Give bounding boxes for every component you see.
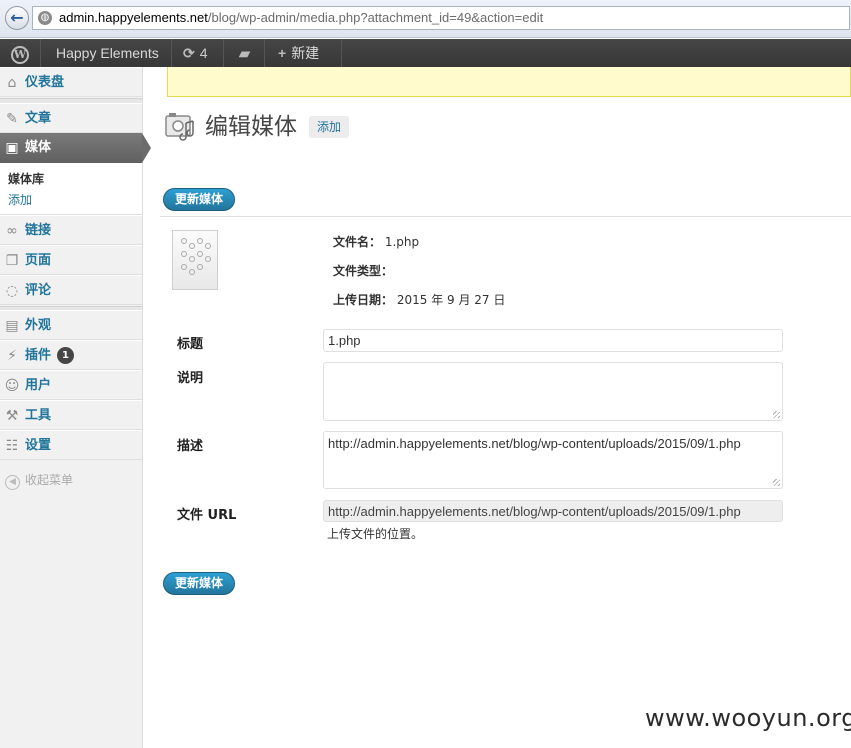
description-label: 描述 (177, 439, 204, 454)
media-page-icon (165, 113, 194, 141)
menu-label: 插件 (25, 348, 52, 363)
refresh-icon: ⟳ (183, 45, 195, 61)
media-icon: ▣ (5, 140, 19, 156)
submenu-library[interactable]: 媒体库 (8, 171, 44, 187)
upload-date-value: 2015 年 9 月 27 日 (396, 293, 506, 307)
settings-icon: ☷ (5, 438, 19, 454)
tools-icon: ⚒ (5, 408, 19, 424)
menu-posts[interactable]: ✎ 文章 (0, 103, 142, 133)
globe-icon: ◍ (38, 11, 52, 25)
back-button[interactable]: ← (5, 6, 29, 30)
wp-logo-menu[interactable]: W (0, 39, 41, 67)
upload-date-row: 上传日期： 2015 年 9 月 27 日 (333, 292, 505, 308)
menu-dashboard[interactable]: ⌂ 仪表盘 (0, 67, 142, 97)
menu-tools[interactable]: ⚒ 工具 (0, 400, 142, 430)
plus-icon: + (278, 45, 287, 61)
arrow-left-icon: ← (10, 8, 24, 27)
url-path: /blog/wp-admin/media.php?attachment_id=4… (207, 10, 544, 25)
file-thumbnail (172, 230, 218, 290)
users-icon: ☺ (4, 378, 20, 394)
menu-pages[interactable]: ❐ 页面 (0, 245, 142, 275)
filetype-label: 文件类型： (333, 264, 394, 278)
comments-link[interactable]: ▰ (225, 39, 265, 67)
address-bar[interactable]: ◍ admin.happyelements.net/blog/wp-admin/… (32, 6, 850, 30)
wordpress-logo-icon: W (11, 46, 29, 64)
updates-link[interactable]: ⟳ 4 (173, 39, 224, 67)
submenu-add[interactable]: 添加 (8, 192, 32, 208)
menu-label: 外观 (25, 318, 52, 333)
comment-icon: ◌ (5, 283, 19, 299)
watermark: www.wooyun.org (645, 704, 851, 732)
menu-label: 仪表盘 (25, 75, 65, 90)
menu-label: 链接 (25, 223, 52, 238)
new-content-menu[interactable]: + 新建 (266, 39, 342, 67)
menu-label: 媒体 (25, 140, 52, 155)
filetype-row: 文件类型： (333, 263, 393, 279)
site-name-link[interactable]: Happy Elements (42, 39, 172, 67)
filename-row: 文件名： 1.php (333, 234, 419, 250)
browser-toolbar: ← ◍ admin.happyelements.net/blog/wp-admi… (0, 0, 851, 38)
divider (160, 216, 851, 217)
plug-icon: ⚡ (7, 348, 17, 364)
pages-icon: ❐ (5, 253, 19, 269)
menu-label: 工具 (25, 408, 52, 423)
menu-label: 设置 (25, 438, 52, 453)
menu-label: 页面 (25, 253, 52, 268)
upload-date-label: 上传日期： (333, 293, 394, 307)
url-domain: admin.happyelements.net (59, 10, 208, 25)
collapse-menu-button[interactable]: ◀ 收起菜单 (5, 472, 73, 490)
title-label: 标题 (177, 337, 204, 352)
media-submenu: 媒体库 添加 (0, 163, 142, 215)
file-url-help: 上传文件的位置。 (327, 527, 424, 541)
menu-label: 评论 (25, 283, 52, 298)
admin-notice (167, 67, 851, 97)
pin-icon: ✎ (6, 111, 18, 127)
updates-count: 4 (199, 45, 208, 61)
new-label: 新建 (291, 45, 320, 61)
menu-label: 用户 (25, 378, 52, 393)
menu-users[interactable]: ☺ 用户 (0, 370, 142, 400)
title-input[interactable]: 1.php (323, 329, 783, 352)
menu-plugins[interactable]: ⚡ 插件 1 (0, 340, 142, 370)
file-url-input[interactable]: http://admin.happyelements.net/blog/wp-c… (323, 500, 783, 522)
caption-textarea[interactable] (323, 362, 783, 421)
admin-bar: W Happy Elements ⟳ 4 ▰ + 新建 (0, 39, 851, 67)
add-new-button[interactable]: 添加 (309, 116, 350, 138)
caption-label: 说明 (177, 371, 204, 386)
speech-bubble-icon: ▰ (239, 45, 250, 61)
update-media-button-bottom[interactable]: 更新媒体 (163, 572, 235, 595)
menu-label: 文章 (25, 111, 52, 126)
filename-value: 1.php (384, 235, 420, 249)
filename-label: 文件名： (333, 235, 382, 249)
menu-appearance[interactable]: ▤ 外观 (0, 310, 142, 340)
collapse-label: 收起菜单 (25, 473, 74, 487)
dashboard-icon: ⌂ (7, 75, 17, 91)
menu-comments[interactable]: ◌ 评论 (0, 275, 142, 305)
update-media-button-top[interactable]: 更新媒体 (163, 188, 235, 211)
description-textarea[interactable]: http://admin.happyelements.net/blog/wp-c… (323, 431, 783, 489)
plugins-update-badge: 1 (57, 347, 75, 364)
appearance-icon: ▤ (5, 318, 19, 334)
chain-link-icon: ∞ (6, 223, 18, 239)
menu-media[interactable]: ▣ 媒体 (0, 133, 151, 163)
menu-settings[interactable]: ☷ 设置 (0, 430, 142, 460)
admin-menu: ⌂ 仪表盘 ✎ 文章 ▣ 媒体 媒体库 添加 ∞ 链接 ❐ 页面 ◌ 评论 ▤ 外观 ⚡ 插件 1… (0, 67, 151, 748)
menu-links[interactable]: ∞ 链接 (0, 215, 142, 245)
file-url-label: 文件 URL (177, 508, 237, 523)
page-title: 编辑媒体 (205, 114, 297, 140)
collapse-arrow-icon: ◀ (5, 475, 20, 490)
